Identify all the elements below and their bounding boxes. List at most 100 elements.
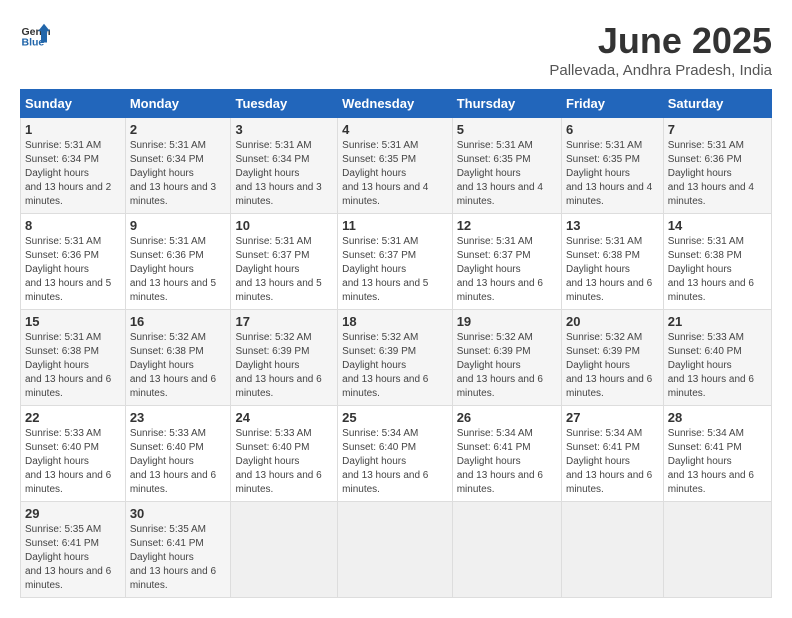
- day-number: 19: [457, 314, 557, 329]
- calendar-week-row: 29 Sunrise: 5:35 AMSunset: 6:41 PMDaylig…: [21, 502, 772, 598]
- day-number: 25: [342, 410, 448, 425]
- day-number: 26: [457, 410, 557, 425]
- calendar-cell: 7 Sunrise: 5:31 AMSunset: 6:36 PMDayligh…: [663, 118, 771, 214]
- day-info: Sunrise: 5:31 AMSunset: 6:35 PMDaylight …: [566, 140, 652, 207]
- day-info: Sunrise: 5:32 AMSunset: 6:38 PMDaylight …: [130, 332, 216, 399]
- calendar-cell: 23 Sunrise: 5:33 AMSunset: 6:40 PMDaylig…: [125, 406, 231, 502]
- header-tuesday: Tuesday: [231, 90, 338, 118]
- calendar-header: Sunday Monday Tuesday Wednesday Thursday…: [21, 90, 772, 118]
- calendar-cell: 6 Sunrise: 5:31 AMSunset: 6:35 PMDayligh…: [562, 118, 664, 214]
- calendar-cell: 12 Sunrise: 5:31 AMSunset: 6:37 PMDaylig…: [452, 214, 561, 310]
- calendar-cell: [663, 502, 771, 598]
- calendar-cell: 10 Sunrise: 5:31 AMSunset: 6:37 PMDaylig…: [231, 214, 338, 310]
- day-info: Sunrise: 5:32 AMSunset: 6:39 PMDaylight …: [342, 332, 428, 399]
- calendar-cell: 15 Sunrise: 5:31 AMSunset: 6:38 PMDaylig…: [21, 310, 126, 406]
- calendar-cell: 28 Sunrise: 5:34 AMSunset: 6:41 PMDaylig…: [663, 406, 771, 502]
- day-info: Sunrise: 5:31 AMSunset: 6:35 PMDaylight …: [457, 140, 543, 207]
- day-number: 4: [342, 122, 448, 137]
- location-title: Pallevada, Andhra Pradesh, India: [549, 62, 772, 79]
- calendar-body: 1 Sunrise: 5:31 AMSunset: 6:34 PMDayligh…: [21, 118, 772, 598]
- day-number: 21: [668, 314, 767, 329]
- calendar-cell: 18 Sunrise: 5:32 AMSunset: 6:39 PMDaylig…: [338, 310, 453, 406]
- calendar-cell: 24 Sunrise: 5:33 AMSunset: 6:40 PMDaylig…: [231, 406, 338, 502]
- header-friday: Friday: [562, 90, 664, 118]
- day-info: Sunrise: 5:34 AMSunset: 6:41 PMDaylight …: [566, 428, 652, 495]
- day-info: Sunrise: 5:31 AMSunset: 6:34 PMDaylight …: [130, 140, 216, 207]
- day-number: 13: [566, 218, 659, 233]
- month-title: June 2025: [549, 20, 772, 62]
- day-number: 2: [130, 122, 227, 137]
- calendar-cell: 2 Sunrise: 5:31 AMSunset: 6:34 PMDayligh…: [125, 118, 231, 214]
- day-info: Sunrise: 5:31 AMSunset: 6:37 PMDaylight …: [342, 236, 428, 303]
- day-info: Sunrise: 5:31 AMSunset: 6:34 PMDaylight …: [25, 140, 111, 207]
- calendar-cell: 27 Sunrise: 5:34 AMSunset: 6:41 PMDaylig…: [562, 406, 664, 502]
- day-number: 20: [566, 314, 659, 329]
- calendar-cell: 1 Sunrise: 5:31 AMSunset: 6:34 PMDayligh…: [21, 118, 126, 214]
- day-info: Sunrise: 5:31 AMSunset: 6:38 PMDaylight …: [668, 236, 754, 303]
- calendar-cell: 30 Sunrise: 5:35 AMSunset: 6:41 PMDaylig…: [125, 502, 231, 598]
- day-info: Sunrise: 5:35 AMSunset: 6:41 PMDaylight …: [130, 524, 216, 591]
- day-info: Sunrise: 5:32 AMSunset: 6:39 PMDaylight …: [235, 332, 321, 399]
- day-info: Sunrise: 5:33 AMSunset: 6:40 PMDaylight …: [668, 332, 754, 399]
- day-number: 9: [130, 218, 227, 233]
- day-number: 11: [342, 218, 448, 233]
- day-number: 7: [668, 122, 767, 137]
- svg-text:Blue: Blue: [22, 37, 45, 49]
- day-number: 3: [235, 122, 333, 137]
- calendar-cell: 3 Sunrise: 5:31 AMSunset: 6:34 PMDayligh…: [231, 118, 338, 214]
- day-info: Sunrise: 5:34 AMSunset: 6:41 PMDaylight …: [668, 428, 754, 495]
- calendar-cell: 22 Sunrise: 5:33 AMSunset: 6:40 PMDaylig…: [21, 406, 126, 502]
- calendar-cell: 14 Sunrise: 5:31 AMSunset: 6:38 PMDaylig…: [663, 214, 771, 310]
- day-info: Sunrise: 5:31 AMSunset: 6:34 PMDaylight …: [235, 140, 321, 207]
- calendar-cell: 8 Sunrise: 5:31 AMSunset: 6:36 PMDayligh…: [21, 214, 126, 310]
- logo: General Blue: [20, 20, 50, 50]
- calendar-cell: 17 Sunrise: 5:32 AMSunset: 6:39 PMDaylig…: [231, 310, 338, 406]
- day-info: Sunrise: 5:31 AMSunset: 6:38 PMDaylight …: [566, 236, 652, 303]
- day-number: 12: [457, 218, 557, 233]
- calendar-cell: 4 Sunrise: 5:31 AMSunset: 6:35 PMDayligh…: [338, 118, 453, 214]
- day-number: 8: [25, 218, 121, 233]
- day-info: Sunrise: 5:35 AMSunset: 6:41 PMDaylight …: [25, 524, 111, 591]
- day-number: 30: [130, 506, 227, 521]
- calendar-cell: [452, 502, 561, 598]
- calendar-cell: [338, 502, 453, 598]
- day-info: Sunrise: 5:34 AMSunset: 6:41 PMDaylight …: [457, 428, 543, 495]
- day-info: Sunrise: 5:32 AMSunset: 6:39 PMDaylight …: [566, 332, 652, 399]
- day-number: 16: [130, 314, 227, 329]
- day-number: 27: [566, 410, 659, 425]
- calendar-cell: 11 Sunrise: 5:31 AMSunset: 6:37 PMDaylig…: [338, 214, 453, 310]
- day-info: Sunrise: 5:33 AMSunset: 6:40 PMDaylight …: [130, 428, 216, 495]
- day-info: Sunrise: 5:31 AMSunset: 6:38 PMDaylight …: [25, 332, 111, 399]
- day-number: 14: [668, 218, 767, 233]
- calendar-cell: 16 Sunrise: 5:32 AMSunset: 6:38 PMDaylig…: [125, 310, 231, 406]
- day-info: Sunrise: 5:33 AMSunset: 6:40 PMDaylight …: [235, 428, 321, 495]
- calendar-cell: 21 Sunrise: 5:33 AMSunset: 6:40 PMDaylig…: [663, 310, 771, 406]
- calendar-cell: 26 Sunrise: 5:34 AMSunset: 6:41 PMDaylig…: [452, 406, 561, 502]
- day-number: 5: [457, 122, 557, 137]
- calendar-cell: 29 Sunrise: 5:35 AMSunset: 6:41 PMDaylig…: [21, 502, 126, 598]
- day-info: Sunrise: 5:31 AMSunset: 6:37 PMDaylight …: [457, 236, 543, 303]
- title-area: June 2025 Pallevada, Andhra Pradesh, Ind…: [549, 20, 772, 79]
- day-number: 15: [25, 314, 121, 329]
- header-saturday: Saturday: [663, 90, 771, 118]
- day-number: 28: [668, 410, 767, 425]
- day-info: Sunrise: 5:31 AMSunset: 6:36 PMDaylight …: [668, 140, 754, 207]
- calendar-week-row: 8 Sunrise: 5:31 AMSunset: 6:36 PMDayligh…: [21, 214, 772, 310]
- calendar-week-row: 1 Sunrise: 5:31 AMSunset: 6:34 PMDayligh…: [21, 118, 772, 214]
- day-info: Sunrise: 5:31 AMSunset: 6:35 PMDaylight …: [342, 140, 428, 207]
- day-info: Sunrise: 5:34 AMSunset: 6:40 PMDaylight …: [342, 428, 428, 495]
- calendar-cell: [562, 502, 664, 598]
- calendar-cell: 19 Sunrise: 5:32 AMSunset: 6:39 PMDaylig…: [452, 310, 561, 406]
- calendar-cell: 25 Sunrise: 5:34 AMSunset: 6:40 PMDaylig…: [338, 406, 453, 502]
- day-info: Sunrise: 5:31 AMSunset: 6:37 PMDaylight …: [235, 236, 321, 303]
- calendar-cell: 9 Sunrise: 5:31 AMSunset: 6:36 PMDayligh…: [125, 214, 231, 310]
- day-info: Sunrise: 5:31 AMSunset: 6:36 PMDaylight …: [130, 236, 216, 303]
- weekday-header-row: Sunday Monday Tuesday Wednesday Thursday…: [21, 90, 772, 118]
- day-info: Sunrise: 5:31 AMSunset: 6:36 PMDaylight …: [25, 236, 111, 303]
- logo-icon: General Blue: [20, 20, 50, 50]
- day-number: 10: [235, 218, 333, 233]
- day-number: 18: [342, 314, 448, 329]
- calendar-cell: 13 Sunrise: 5:31 AMSunset: 6:38 PMDaylig…: [562, 214, 664, 310]
- calendar-cell: 5 Sunrise: 5:31 AMSunset: 6:35 PMDayligh…: [452, 118, 561, 214]
- day-number: 23: [130, 410, 227, 425]
